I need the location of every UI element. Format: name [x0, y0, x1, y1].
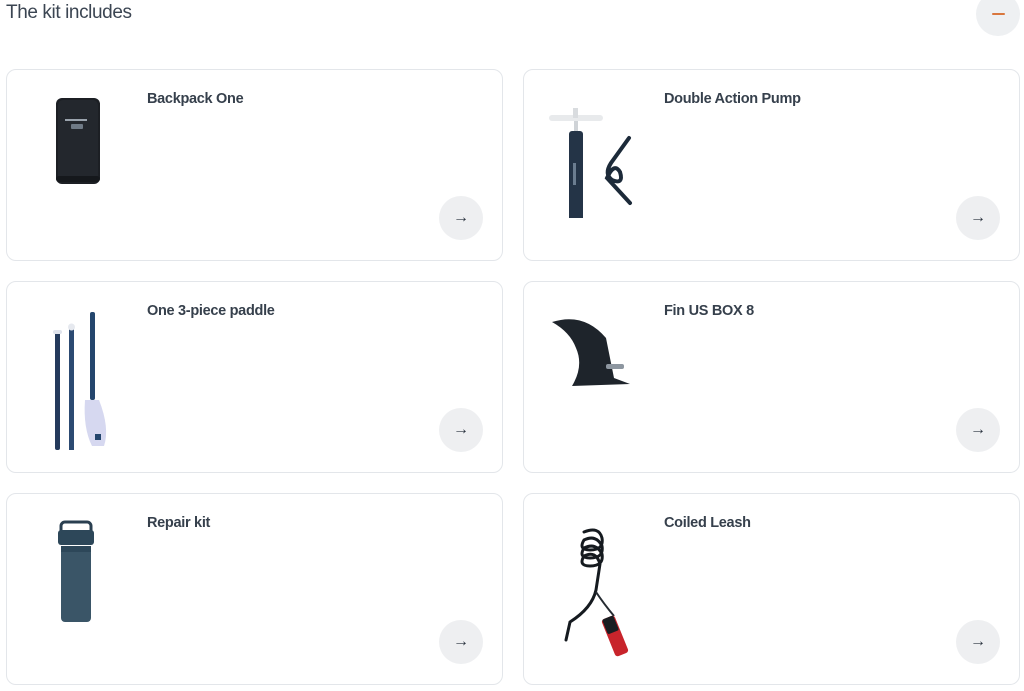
kit-item-fin[interactable]: Fin US BOX 8 →	[523, 281, 1020, 473]
pump-image	[544, 88, 654, 248]
section-title: The kit includes	[6, 2, 132, 23]
item-name: Repair kit	[147, 515, 211, 531]
item-name: Double Action Pump	[664, 91, 801, 107]
repair-kit-image	[27, 512, 137, 672]
kit-item-paddle[interactable]: One 3-piece paddle →	[6, 281, 503, 473]
arrow-right-icon: →	[453, 421, 469, 438]
kit-item-backpack[interactable]: Backpack One →	[6, 69, 503, 261]
view-item-button[interactable]: →	[956, 196, 1000, 240]
kit-item-pump[interactable]: Double Action Pump →	[523, 69, 1020, 261]
view-item-button[interactable]: →	[956, 620, 1000, 664]
kit-item-repair-kit[interactable]: Repair kit →	[6, 493, 503, 685]
item-name: Fin US BOX 8	[664, 303, 754, 319]
view-item-button[interactable]: →	[439, 620, 483, 664]
item-name: One 3-piece paddle	[147, 303, 275, 319]
minus-icon	[991, 13, 1005, 15]
arrow-right-icon: →	[453, 633, 469, 650]
arrow-right-icon: →	[453, 209, 469, 226]
view-item-button[interactable]: →	[439, 196, 483, 240]
fin-image	[544, 300, 654, 460]
arrow-right-icon: →	[970, 633, 986, 650]
view-item-button[interactable]: →	[956, 408, 1000, 452]
item-name: Coiled Leash	[664, 515, 751, 531]
backpack-image	[27, 88, 137, 248]
view-item-button[interactable]: →	[439, 408, 483, 452]
paddle-image	[27, 300, 137, 460]
kit-item-leash[interactable]: Coiled Leash →	[523, 493, 1020, 685]
item-name: Backpack One	[147, 91, 244, 107]
collapse-button[interactable]	[976, 0, 1020, 36]
arrow-right-icon: →	[970, 209, 986, 226]
leash-image	[544, 512, 654, 672]
kit-items-grid: Backpack One → Double Action Pump → One …	[6, 69, 1020, 685]
arrow-right-icon: →	[970, 421, 986, 438]
